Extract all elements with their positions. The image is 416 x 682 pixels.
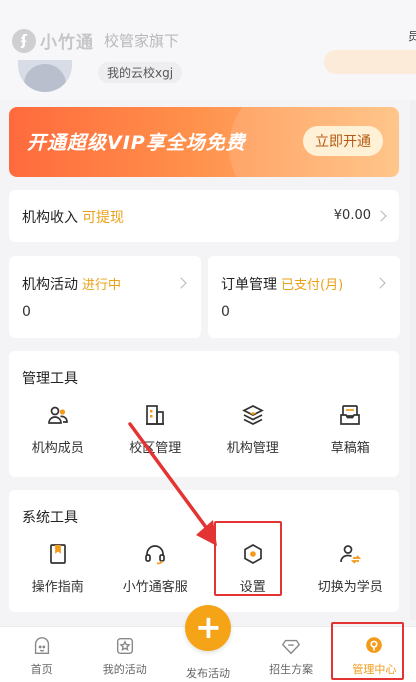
activities-label-group: 机构活动 进行中 — [22, 274, 121, 294]
income-amount: ¥0.00 — [333, 208, 371, 223]
diamond-icon — [280, 635, 302, 657]
headset-icon — [141, 540, 169, 568]
chevron-right-icon — [175, 277, 187, 289]
nav-enrollment-plan[interactable]: 招生方案 — [250, 627, 333, 682]
tool-organization[interactable]: 机构管理 — [204, 401, 302, 456]
tool-label: 机构成员 — [31, 441, 84, 456]
window-edge — [410, 100, 416, 620]
layers-icon — [239, 401, 267, 429]
tool-switch-student[interactable]: 切换为学员 — [302, 540, 400, 595]
nav-label: 首页 — [30, 663, 53, 676]
tool-label: 操作指南 — [31, 580, 84, 595]
nav-my-activities[interactable]: 我的活动 — [83, 627, 166, 682]
activities-count: 0 — [22, 304, 31, 320]
star-icon — [114, 635, 136, 657]
avatar[interactable] — [18, 60, 72, 92]
open-vip-button[interactable]: 立即开通 — [303, 126, 383, 156]
activities-label: 机构活动 — [22, 277, 78, 293]
nav-label: 发布活动 — [185, 667, 230, 680]
brand-logo-icon: ʄ — [12, 28, 36, 53]
vip-banner-title: 开通超级VIP享全场免费 — [27, 132, 246, 154]
income-label-group: 机构收入 可提现 — [22, 207, 124, 227]
header-decoration — [324, 50, 416, 74]
tool-guide[interactable]: 操作指南 — [9, 540, 107, 595]
profile-header: ʄ 小竹通 校管家旗下 我的云校xgj 员 — [0, 0, 416, 100]
tool-customer-service[interactable]: 小竹通客服 — [107, 540, 205, 595]
nav-label: 我的活动 — [102, 663, 147, 676]
home-icon — [31, 635, 53, 657]
management-tools-title: 管理工具 — [22, 371, 78, 387]
tool-label: 机构管理 — [226, 441, 279, 456]
management-tools-card: 管理工具 机构成员 校区管理 机构管理 草稿箱 — [9, 351, 399, 477]
brand: ʄ 小竹通 校管家旗下 — [12, 28, 179, 53]
orders-label: 订单管理 — [221, 277, 277, 293]
management-center-highlight-box — [331, 622, 404, 680]
vip-banner[interactable]: 开通超级VIP享全场免费 立即开通 — [9, 107, 399, 177]
income-row[interactable]: 机构收入 可提现 ¥0.00 — [9, 190, 399, 242]
nav-home[interactable]: 首页 — [0, 627, 83, 682]
nav-publish-activity[interactable]: + 发布活动 — [166, 605, 249, 682]
school-name-badge[interactable]: 我的云校xgj — [98, 62, 183, 83]
switch-user-icon — [336, 540, 364, 568]
system-tools-card: 系统工具 操作指南 小竹通客服 设置 切换为学员 — [9, 490, 399, 612]
nav-label: 招生方案 — [269, 663, 314, 676]
tool-label: 切换为学员 — [317, 580, 383, 595]
activities-card[interactable]: 机构活动 进行中 0 — [9, 256, 201, 338]
tool-label: 校区管理 — [129, 441, 182, 456]
campus-icon — [141, 401, 169, 429]
chevron-right-icon — [375, 210, 387, 222]
settings-highlight-box — [214, 521, 282, 596]
income-hint[interactable]: 可提现 — [82, 210, 124, 226]
brand-subtitle: 校管家旗下 — [104, 32, 180, 50]
tool-label: 草稿箱 — [330, 441, 370, 456]
tool-members[interactable]: 机构成员 — [9, 401, 107, 456]
clipped-edge-text: 员 — [408, 30, 416, 43]
system-tools-title: 系统工具 — [22, 510, 78, 526]
chevron-right-icon — [374, 277, 386, 289]
drafts-icon — [336, 401, 364, 429]
orders-card[interactable]: 订单管理 已支付(月) 0 — [208, 256, 400, 338]
income-label: 机构收入 — [22, 210, 78, 226]
brand-name: 小竹通 — [40, 33, 94, 53]
tool-drafts[interactable]: 草稿箱 — [302, 401, 400, 456]
plus-icon[interactable]: + — [185, 605, 232, 651]
tool-campus[interactable]: 校区管理 — [107, 401, 205, 456]
orders-label-group: 订单管理 已支付(月) — [221, 274, 343, 294]
guide-book-icon — [44, 540, 72, 568]
orders-hint: 已支付(月) — [281, 278, 344, 293]
tool-label: 小竹通客服 — [122, 580, 188, 595]
members-icon — [44, 401, 72, 429]
orders-count: 0 — [221, 304, 230, 320]
activities-hint: 进行中 — [82, 278, 122, 293]
